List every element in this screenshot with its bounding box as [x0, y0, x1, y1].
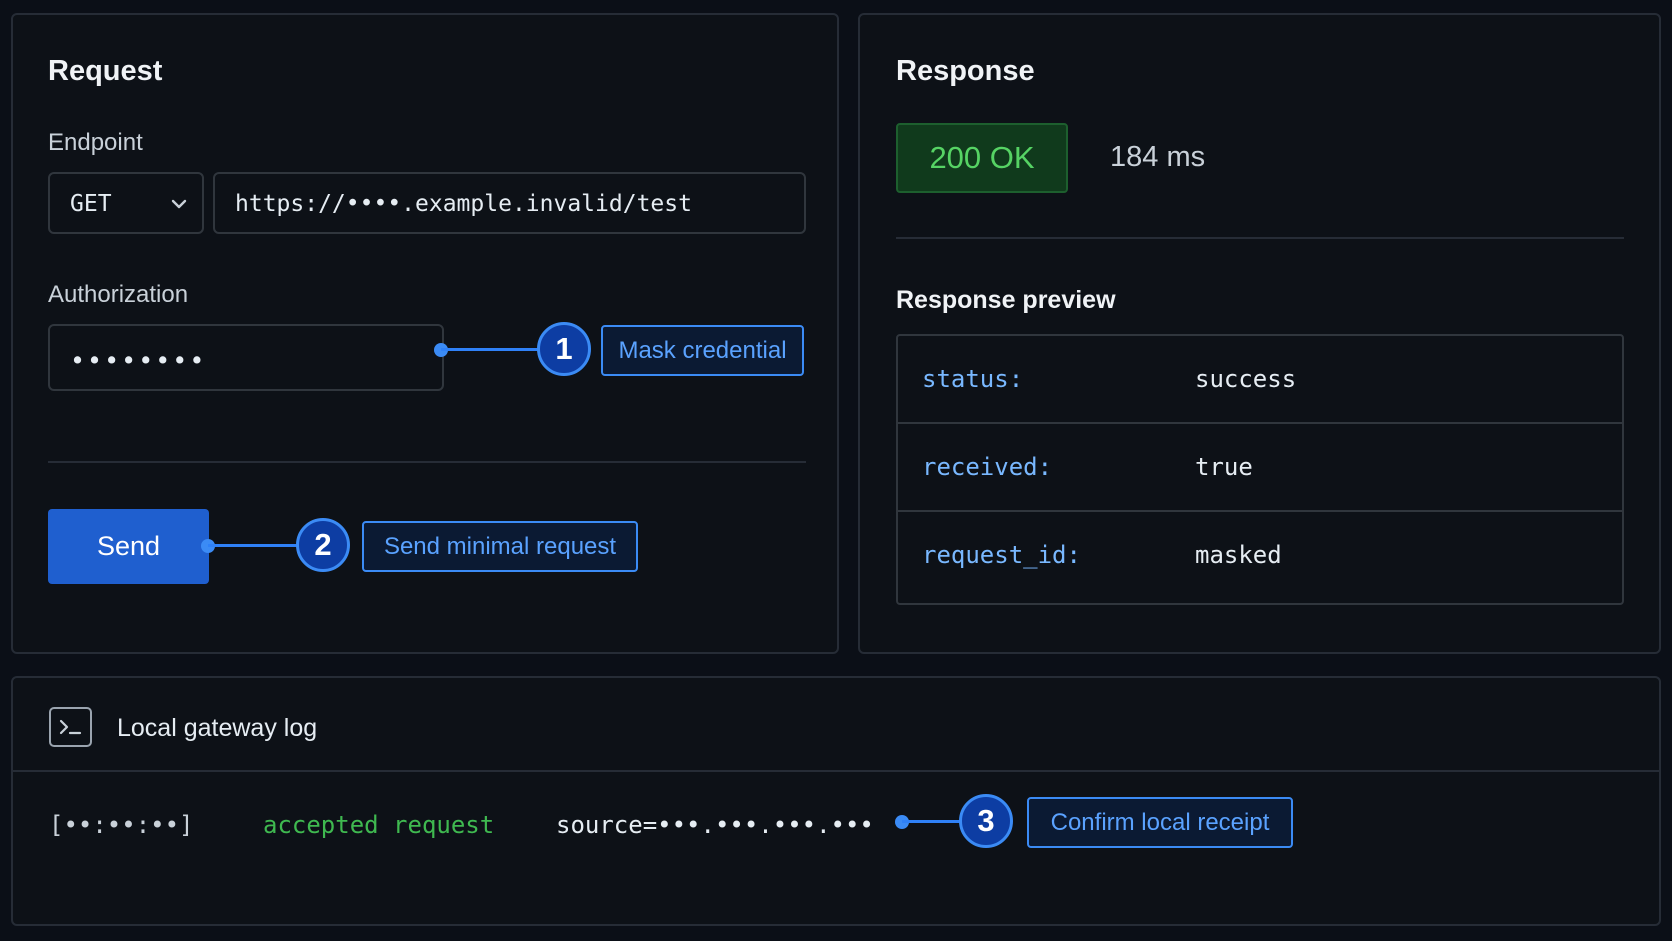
log-message: accepted request [263, 811, 495, 839]
authorization-input[interactable]: •••••••• [48, 324, 444, 391]
annotation-2-label: Send minimal request [362, 521, 638, 572]
preview-key: received: [922, 453, 1053, 481]
url-value: https://••••.example.invalid/test [235, 191, 692, 217]
annotation-3-label: Confirm local receipt [1027, 797, 1293, 848]
log-timestamp: [••:••:••] [49, 811, 194, 839]
response-panel: Response 200 OK 184 ms Response preview … [858, 13, 1661, 654]
send-button[interactable]: Send [48, 509, 209, 584]
preview-row: status: success [898, 336, 1622, 424]
preview-key: status: [922, 365, 1024, 393]
preview-row: request_id: masked [898, 512, 1622, 600]
status-badge: 200 OK [896, 123, 1068, 193]
annotation-3-connector [902, 820, 963, 823]
preview-value: masked [1195, 541, 1282, 569]
preview-key: request_id: [922, 541, 1081, 569]
authorization-value: •••••••• [70, 346, 207, 375]
annotation-1-label: Mask credential [601, 325, 804, 376]
chevron-down-icon [168, 194, 190, 214]
log-title: Local gateway log [117, 714, 318, 742]
response-preview-table: status: success received: true request_i… [896, 334, 1624, 605]
annotation-3-number: 3 [959, 794, 1013, 848]
method-select[interactable]: GET [48, 172, 204, 234]
annotation-2-connector [208, 544, 300, 547]
request-title: Request [48, 55, 163, 87]
authorization-label: Authorization [48, 281, 189, 308]
preview-value: success [1195, 365, 1297, 393]
response-title: Response [896, 55, 1035, 87]
preview-value: true [1195, 453, 1253, 481]
preview-row: received: true [898, 424, 1622, 512]
request-divider [48, 461, 806, 463]
method-value: GET [70, 191, 112, 217]
response-preview-title: Response preview [896, 286, 1116, 314]
response-time: 184 ms [1110, 141, 1206, 173]
response-divider [896, 237, 1624, 239]
log-panel: Local gateway log [••:••:••] accepted re… [11, 676, 1661, 926]
annotation-2-number: 2 [296, 518, 350, 572]
log-divider [13, 770, 1659, 772]
annotation-1-connector [441, 348, 539, 351]
log-source: source=•••.•••.•••.••• [556, 811, 874, 839]
url-input[interactable]: https://••••.example.invalid/test [213, 172, 806, 234]
endpoint-label: Endpoint [48, 129, 143, 156]
annotation-1-number: 1 [537, 322, 591, 376]
terminal-icon [49, 707, 92, 747]
